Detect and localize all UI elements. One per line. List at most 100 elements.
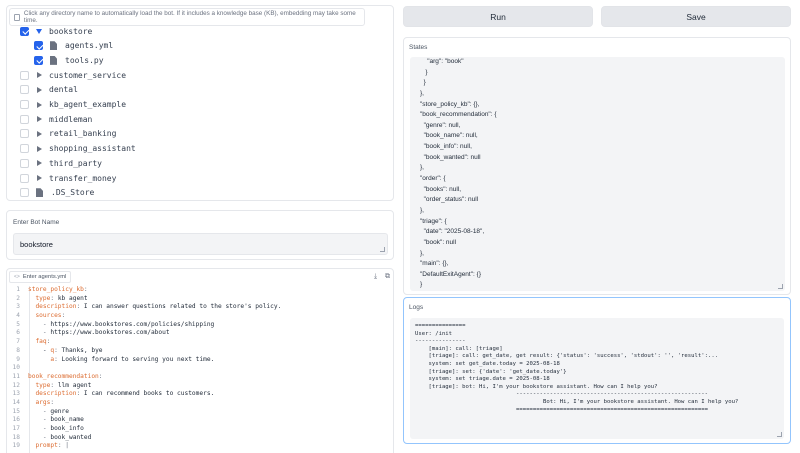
tree-item[interactable]: agents.yml	[34, 39, 113, 53]
tree-item[interactable]: kb_agent_example	[20, 98, 126, 112]
resize-handle[interactable]	[380, 247, 385, 252]
tree-item[interactable]: dental	[20, 83, 78, 97]
chevron-right-icon[interactable]	[37, 145, 42, 152]
logs-textarea[interactable]: =============== User: /init --------------…	[410, 318, 784, 439]
tree-item-checkbox[interactable]	[20, 129, 29, 139]
tree-item-checkbox[interactable]	[34, 41, 43, 51]
tree-item-checkbox[interactable]	[34, 55, 43, 65]
code-line: 9 a: Looking forward to serving you next…	[7, 356, 393, 365]
tree-item-label: tools.py	[65, 55, 104, 65]
tree-item[interactable]: customer_service	[20, 68, 126, 82]
code-punct: -	[42, 407, 51, 415]
bot-name-value: bookstore	[20, 240, 53, 249]
state-line: "main": {},	[420, 260, 449, 268]
tree-item-checkbox[interactable]	[20, 173, 29, 183]
copy-icon[interactable]: ⧉	[383, 272, 392, 281]
line-number: 13	[12, 390, 20, 398]
code-value: kb agent	[57, 294, 88, 302]
tree-item[interactable]: shopping_assistant	[20, 142, 136, 156]
state-line: }	[420, 68, 428, 76]
tree-item[interactable]: middleman	[20, 112, 92, 126]
log-line: ----------------------------------------…	[415, 391, 708, 398]
line-number: 14	[12, 398, 20, 406]
code-icon: <>	[14, 274, 20, 280]
code-key: sources	[35, 312, 62, 320]
line-number: 17	[12, 425, 20, 432]
tree-item-label: middleman	[49, 114, 93, 124]
chevron-right-icon[interactable]	[37, 130, 42, 137]
tree-item-checkbox[interactable]	[20, 188, 29, 198]
tree-item[interactable]: retail_banking	[20, 127, 116, 141]
chevron-down-icon[interactable]	[36, 28, 42, 34]
code-editor-label: <> Enter agents.yml	[9, 271, 72, 283]
chevron-right-icon[interactable]	[37, 72, 42, 79]
tree-item-checkbox[interactable]	[20, 85, 29, 95]
state-line: }	[420, 79, 426, 87]
code-punct: :	[98, 372, 103, 380]
state-line: },	[420, 206, 424, 214]
chevron-right-icon[interactable]	[37, 175, 42, 181]
tree-item-checkbox[interactable]	[20, 144, 29, 154]
tree-item[interactable]: .DS_Store	[20, 186, 94, 200]
code-punct: :	[54, 355, 62, 363]
state-line: "order": {	[420, 175, 446, 183]
state-line: "DefaultExitAgent": {}	[420, 270, 481, 278]
file-icon	[14, 13, 20, 21]
state-line: "book_name": null,	[420, 132, 478, 140]
logs-label: Logs	[409, 304, 424, 311]
code-editor[interactable]: 1 store_policy_kb:2 type: kb agent 3 descr…	[7, 286, 393, 451]
states-textarea[interactable]: "arg": "book" } }}, "store_policy_kb": {}…	[410, 57, 785, 291]
code-line: 10	[7, 364, 393, 373]
code-tab-label: Enter agents.yml	[22, 274, 67, 280]
tree-item[interactable]: third_party	[20, 156, 102, 170]
line-number: 8	[16, 346, 20, 354]
line-number: 10	[12, 364, 20, 372]
state-line: },	[420, 164, 424, 172]
tree-item-label: third_party	[49, 158, 102, 168]
resize-handle[interactable]	[778, 284, 783, 289]
chevron-right-icon[interactable]	[37, 86, 42, 93]
tree-item-checkbox[interactable]	[20, 158, 29, 168]
state-line: "book": null	[420, 238, 457, 246]
state-line: "book_info": null,	[420, 143, 472, 151]
tree-item[interactable]: tools.py	[34, 53, 104, 67]
bot-name-input[interactable]: bookstore	[13, 233, 388, 255]
save-button[interactable]: Save	[601, 6, 791, 27]
run-button[interactable]: Run	[403, 6, 593, 27]
chevron-right-icon[interactable]	[37, 160, 42, 167]
code-punct: :	[50, 398, 55, 406]
tree-item-checkbox[interactable]	[20, 114, 29, 124]
resize-handle[interactable]	[777, 432, 782, 437]
tree-item-checkbox[interactable]	[20, 70, 29, 80]
code-line: 19 prompt: |	[7, 442, 393, 451]
code-line: 1 store_policy_kb:	[7, 286, 393, 295]
chevron-right-icon[interactable]	[37, 101, 42, 108]
code-indent: -	[28, 346, 51, 354]
log-line: [triage]: bot: Hi, I'm your bookstore as…	[415, 383, 658, 390]
code-line: 4 sources:	[7, 312, 393, 321]
line-number: 18	[12, 433, 20, 441]
code-key: faq	[35, 338, 47, 346]
log-line: [main]: call: [triage]	[415, 345, 503, 352]
tree-item-label: dental	[49, 85, 78, 95]
chevron-right-icon[interactable]	[37, 116, 42, 123]
code-line: 8 - q: Thanks, bye	[7, 347, 393, 356]
log-line: [triage]: set: {'date': 'get_date.today'…	[415, 368, 567, 375]
download-icon[interactable]: ⤓	[371, 272, 380, 281]
tree-item-checkbox[interactable]	[20, 26, 29, 36]
tree-item[interactable]: transfer_money	[20, 171, 116, 185]
line-number: 9	[16, 355, 20, 363]
tree-item[interactable]: bookstore	[20, 24, 92, 38]
code-value: Thanks, bye	[61, 346, 103, 354]
bot-name-panel: Enter Bot Name bookstore	[6, 210, 394, 260]
tree-item-checkbox[interactable]	[20, 100, 29, 109]
state-line: "book_recommendation": {	[420, 111, 497, 119]
line-number: 19	[12, 442, 20, 450]
line-number: 4	[16, 312, 20, 320]
